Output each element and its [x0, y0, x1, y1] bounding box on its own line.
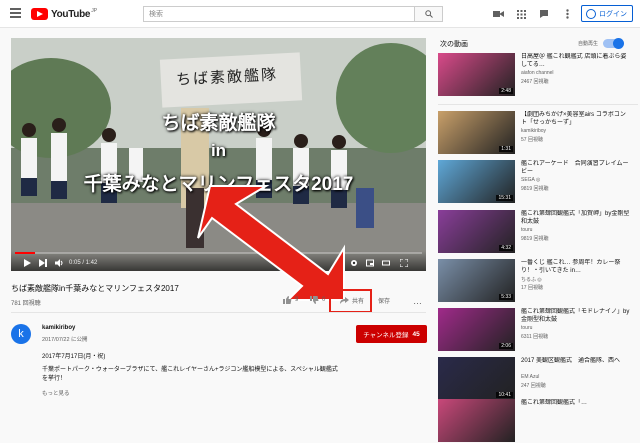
channel-avatar[interactable]: k [11, 324, 31, 344]
view-count: 781 回視聴 [11, 301, 41, 307]
search-box [143, 6, 443, 22]
video-thumbnail[interactable]: 1:31 [438, 111, 515, 154]
settings-more-icon[interactable] [561, 8, 573, 20]
recommended-views: 247 回視聴 [521, 383, 546, 389]
overlay-title-line2: in [210, 141, 227, 160]
save-button[interactable]: 保存 [378, 296, 390, 305]
login-button[interactable]: ログイン [581, 5, 633, 22]
recommended-video[interactable]: 4:32 艦これ第肆回観艦式「加賀岬」by金剛型和太鼓 touru 9819 回視聴 [438, 210, 638, 254]
recommended-channel: EM Azul [521, 374, 540, 380]
masthead: YouTube JP ログイン [0, 0, 640, 28]
recommended-channel: SEGA ◎ [521, 177, 541, 183]
recommended-views: 17 回視聴 [521, 285, 543, 291]
recommended-video[interactable]: 2:06 艦これ第肆回観艦式「モドレナイノ」by金剛型和太鼓 touru 6311 回… [438, 308, 638, 352]
fullscreen-icon[interactable] [400, 259, 408, 267]
recommended-views: 9819 回視聴 [521, 236, 549, 242]
video-duration: 2:48 [499, 88, 513, 94]
video-title: ちば素敵艦隊in千葉みなとマリンフェスタ2017 [11, 284, 179, 293]
settings-gear-icon[interactable] [350, 259, 358, 267]
recommended-video[interactable]: 15:31 艦これアーケード 合同演習プレイムービー SEGA ◎ 9819 回視聴 [438, 160, 638, 204]
subscriber-count: 45 [412, 330, 420, 338]
recommended-views: 2467 回視聴 [521, 79, 549, 85]
recommended-video[interactable]: 1:31 【劇団みちかげ×美容室airs コラボコント「せっかちーず」 kamiki… [438, 111, 638, 155]
save-label: 保存 [378, 299, 391, 305]
upload-video-icon[interactable] [492, 8, 504, 20]
video-thumbnail[interactable]: 15:31 [438, 160, 515, 203]
miniplayer-icon[interactable] [366, 259, 374, 267]
theater-mode-icon[interactable] [382, 259, 390, 267]
like-button[interactable]: 9 [283, 296, 298, 304]
login-label: ログイン [599, 10, 627, 18]
video-thumbnail[interactable]: 2:06 [438, 308, 515, 351]
play-icon[interactable] [23, 259, 31, 267]
youtube-logo[interactable]: YouTube JP [31, 7, 97, 21]
video-description: 2017年7月17日(月・祝) 千葉ポートパーク・ウォーターブラザにて、艦これレイ… [42, 353, 342, 384]
recommended-channel: aiafon channel [521, 70, 554, 76]
recommended-views: 6311 回視聴 [521, 334, 549, 340]
subscribe-label: チャンネル登録 [363, 332, 409, 339]
progress-fill [15, 252, 36, 254]
publish-date: 2017/07/22 に公開 [42, 337, 88, 343]
play-logo-icon [31, 8, 48, 20]
menu-icon[interactable] [10, 8, 21, 18]
recommended-channel: touru [521, 227, 533, 233]
video-duration: 1:31 [499, 146, 513, 152]
video-duration: 2:06 [499, 343, 513, 349]
recommended-title[interactable]: 一番くじ 艦これ… 参周年！カレー祭り！・引いてきた in… [521, 259, 631, 275]
show-more-link[interactable]: もっと見る [42, 389, 70, 397]
overlay-title-line1: ちば素敵艦隊 [161, 113, 276, 134]
thumbs-down-icon [310, 296, 319, 304]
video-thumbnail[interactable] [438, 399, 515, 442]
time-display: 0:05 / 1:42 [69, 260, 98, 266]
account-icon [586, 8, 596, 19]
subscribe-button[interactable]: チャンネル登録 45 [356, 325, 427, 343]
thumbs-up-icon [283, 296, 292, 304]
recommended-title[interactable]: 2017 美観区観艦式 通合艦隊、西へ [521, 357, 631, 365]
like-count: 9 [295, 297, 299, 303]
description-line: 千葉ポートパーク・ウォーターブラザにて、艦これレイヤーさん+ラジコン艦船模型によ… [42, 367, 338, 382]
video-thumbnail[interactable]: 4:32 [438, 210, 515, 253]
logo-country: JP [91, 8, 98, 14]
recommended-video[interactable]: 10:41 2017 美観区観艦式 通合艦隊、西へ EM Azul 247 回視聴 [438, 357, 638, 401]
description-line: 2017年7月17日(月・祝) [42, 354, 106, 360]
recommended-video[interactable]: 2:48 日高屋＠ 艦これ観艦式 店頭に着ぶら姿してる… aiafon channe… [438, 53, 638, 97]
next-icon[interactable] [39, 259, 47, 267]
recommended-title[interactable]: 艦これアーケード 合同演習プレイムービー [521, 160, 631, 176]
search-input[interactable] [143, 6, 414, 22]
up-next-heading: 次の動画 [440, 41, 468, 48]
search-button[interactable] [414, 6, 443, 22]
channel-name[interactable]: kamikiriboy [42, 325, 75, 331]
recommended-channel: kamikiriboy [521, 128, 547, 134]
share-highlight-box [329, 289, 372, 313]
recommended-title[interactable]: 【劇団みちかげ×美容室airs コラボコント「せっかちーず」 [521, 111, 631, 127]
search-icon [424, 10, 433, 18]
video-duration: 15:31 [496, 195, 513, 201]
video-duration: 4:32 [499, 245, 513, 251]
video-thumbnail[interactable]: 5:33 [438, 259, 515, 302]
video-duration: 10:41 [496, 392, 513, 398]
video-thumbnail[interactable]: 2:48 [438, 53, 515, 96]
apps-grid-icon[interactable] [515, 8, 527, 20]
autoplay-label: 自動再生 [578, 41, 599, 47]
sidebar-divider [438, 104, 638, 105]
autoplay-toggle[interactable] [603, 38, 624, 49]
recommended-title[interactable]: 艦これ第肆回観艦式「加賀岬」by金剛型和太鼓 [521, 210, 631, 226]
dislike-count: 0 [322, 297, 326, 303]
more-actions-icon[interactable]: … [413, 296, 422, 306]
recommended-channel: ちるふ ◎ [521, 277, 542, 283]
recommended-title[interactable]: 艦これ第肆回観艦式「モドレナイノ」by金剛型和太鼓 [521, 308, 631, 324]
recommended-views: 57 回視聴 [521, 137, 543, 143]
video-thumbnail[interactable]: 10:41 [438, 357, 515, 400]
logo-text: YouTube [51, 8, 91, 20]
recommended-title[interactable]: 日高屋＠ 艦これ観艦式 店頭に着ぶら姿してる… [521, 53, 631, 69]
red-arrow-annotation [197, 185, 345, 301]
video-duration: 5:33 [499, 294, 513, 300]
recommended-views: 9819 回視聴 [521, 186, 549, 192]
recommended-channel: touru [521, 325, 533, 331]
divider [11, 312, 426, 313]
dislike-button[interactable]: 0 [310, 296, 325, 304]
volume-icon[interactable] [55, 259, 63, 267]
messages-icon[interactable] [538, 8, 550, 20]
recommended-video[interactable]: 5:33 一番くじ 艦これ… 参周年！カレー祭り！・引いてきた in… ちるふ ◎ 1… [438, 259, 638, 303]
